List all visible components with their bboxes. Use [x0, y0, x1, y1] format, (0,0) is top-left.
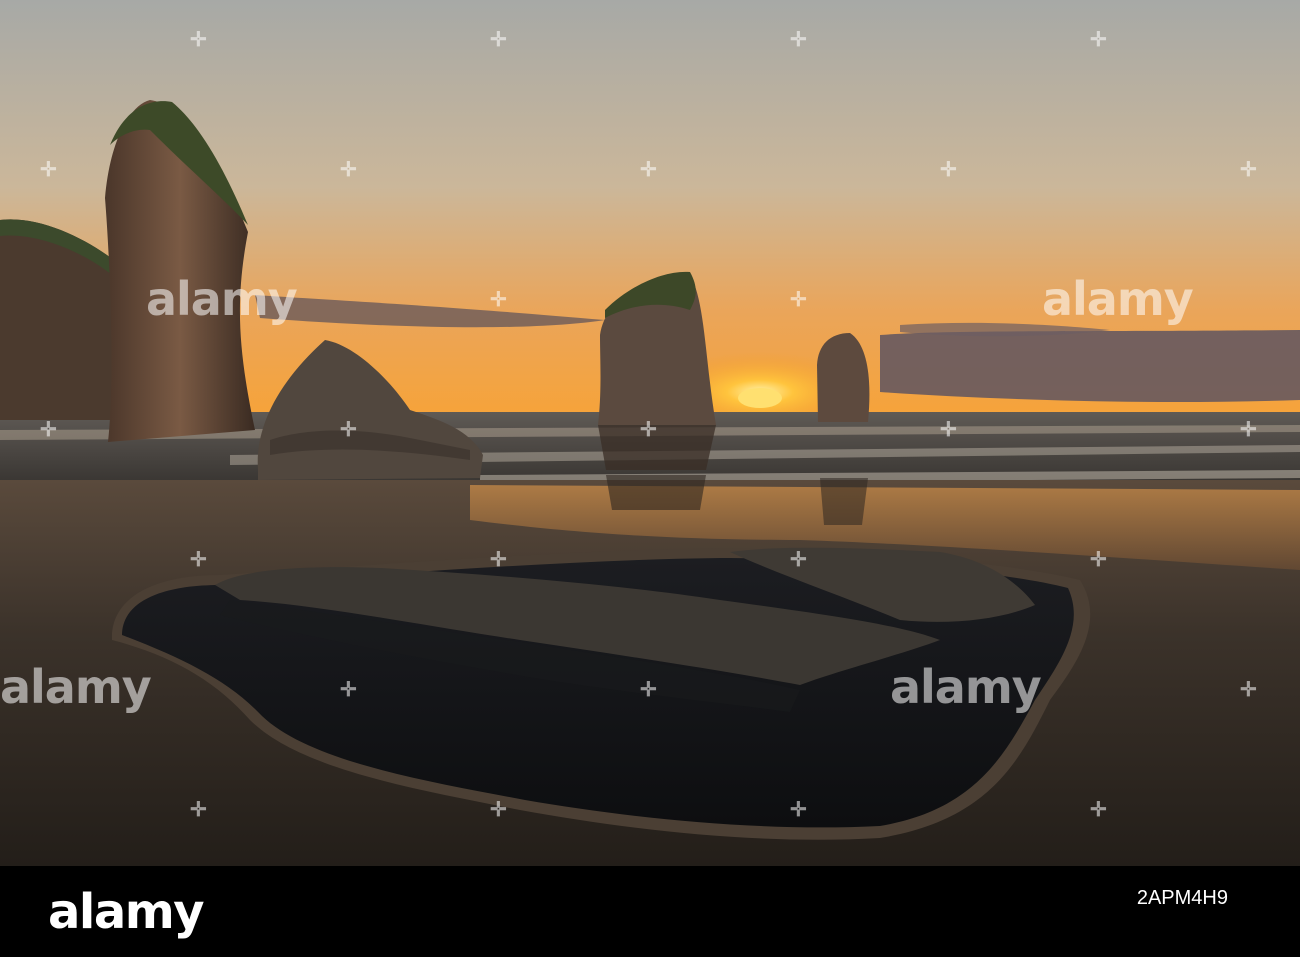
footer-bar: alamy 2APM4H9 [0, 866, 1300, 957]
photo-stage: ✛ ✛ ✛ ✛ ✛ ✛ ✛ ✛ ✛ ✛ ✛ ✛ ✛ ✛ ✛ ✛ ✛ ✛ ✛ ✛ … [0, 0, 1300, 957]
footer-logo: alamy [48, 884, 205, 940]
image-id: 2APM4H9 [1137, 886, 1228, 910]
beach-sunset-photo [0, 0, 1300, 866]
image-id-value: 2APM4H9 [1136, 887, 1228, 909]
